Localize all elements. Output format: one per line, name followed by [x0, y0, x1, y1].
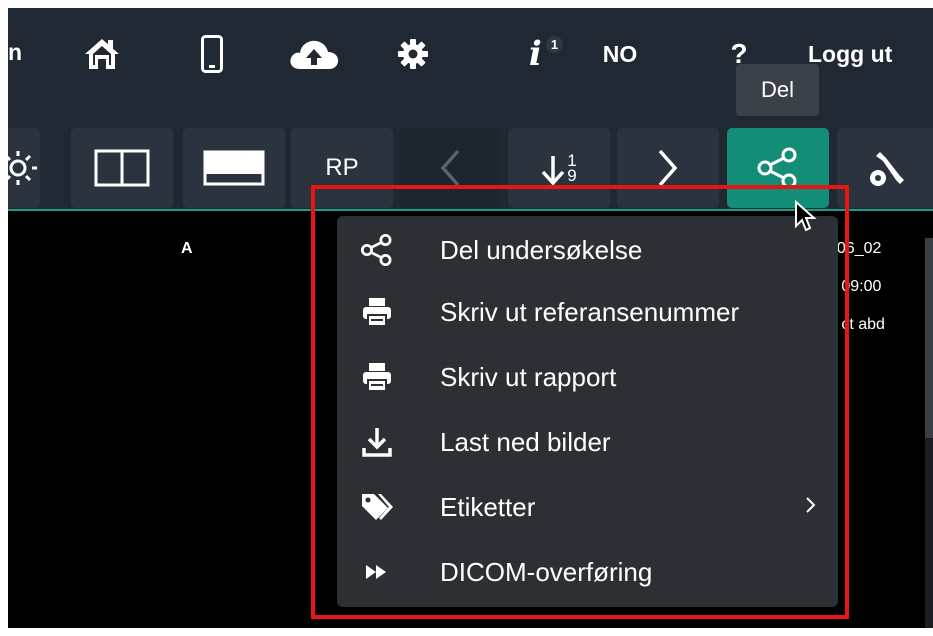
wrench-gear-icon [870, 152, 904, 186]
info-icon: i [528, 34, 542, 74]
split-layout-tool[interactable] [71, 128, 173, 208]
logout-button[interactable]: Logg ut [808, 32, 926, 76]
brightness-tool[interactable] [8, 128, 40, 208]
chevron-left-icon [440, 149, 460, 187]
sort-numbers: 1 9 [567, 152, 577, 185]
chevron-right-icon [658, 149, 678, 187]
highlight-box [311, 185, 849, 619]
home-button[interactable] [78, 32, 126, 76]
gear-icon [398, 39, 428, 69]
sort-down-icon [541, 156, 565, 186]
viewer-scrollbar-thumb[interactable] [925, 238, 933, 438]
language-button[interactable]: NO [598, 32, 642, 76]
split-layout-icon [94, 149, 150, 187]
rp-label: RP [325, 154, 359, 181]
mobile-icon [201, 35, 223, 73]
brightness-icon [8, 151, 37, 185]
orientation-label: A [181, 240, 193, 257]
language-label: NO [602, 40, 638, 67]
single-layout-icon [203, 150, 265, 186]
tools-button[interactable] [837, 128, 933, 208]
share-icon [757, 147, 797, 189]
home-icon [85, 39, 119, 69]
info-badge: 1 [545, 35, 564, 53]
share-tooltip: Del [736, 64, 819, 116]
settings-button[interactable] [393, 32, 433, 76]
single-layout-tool[interactable] [183, 128, 285, 208]
topbar-cut-label[interactable]: n [8, 39, 22, 66]
logout-label: Logg ut [808, 40, 893, 67]
mobile-button[interactable] [194, 32, 230, 76]
info-button[interactable]: i 1 [516, 32, 576, 76]
cloud-upload-icon [290, 40, 339, 69]
cloud-upload-button[interactable] [284, 32, 344, 76]
sort-bottom-label: 9 [567, 166, 577, 185]
